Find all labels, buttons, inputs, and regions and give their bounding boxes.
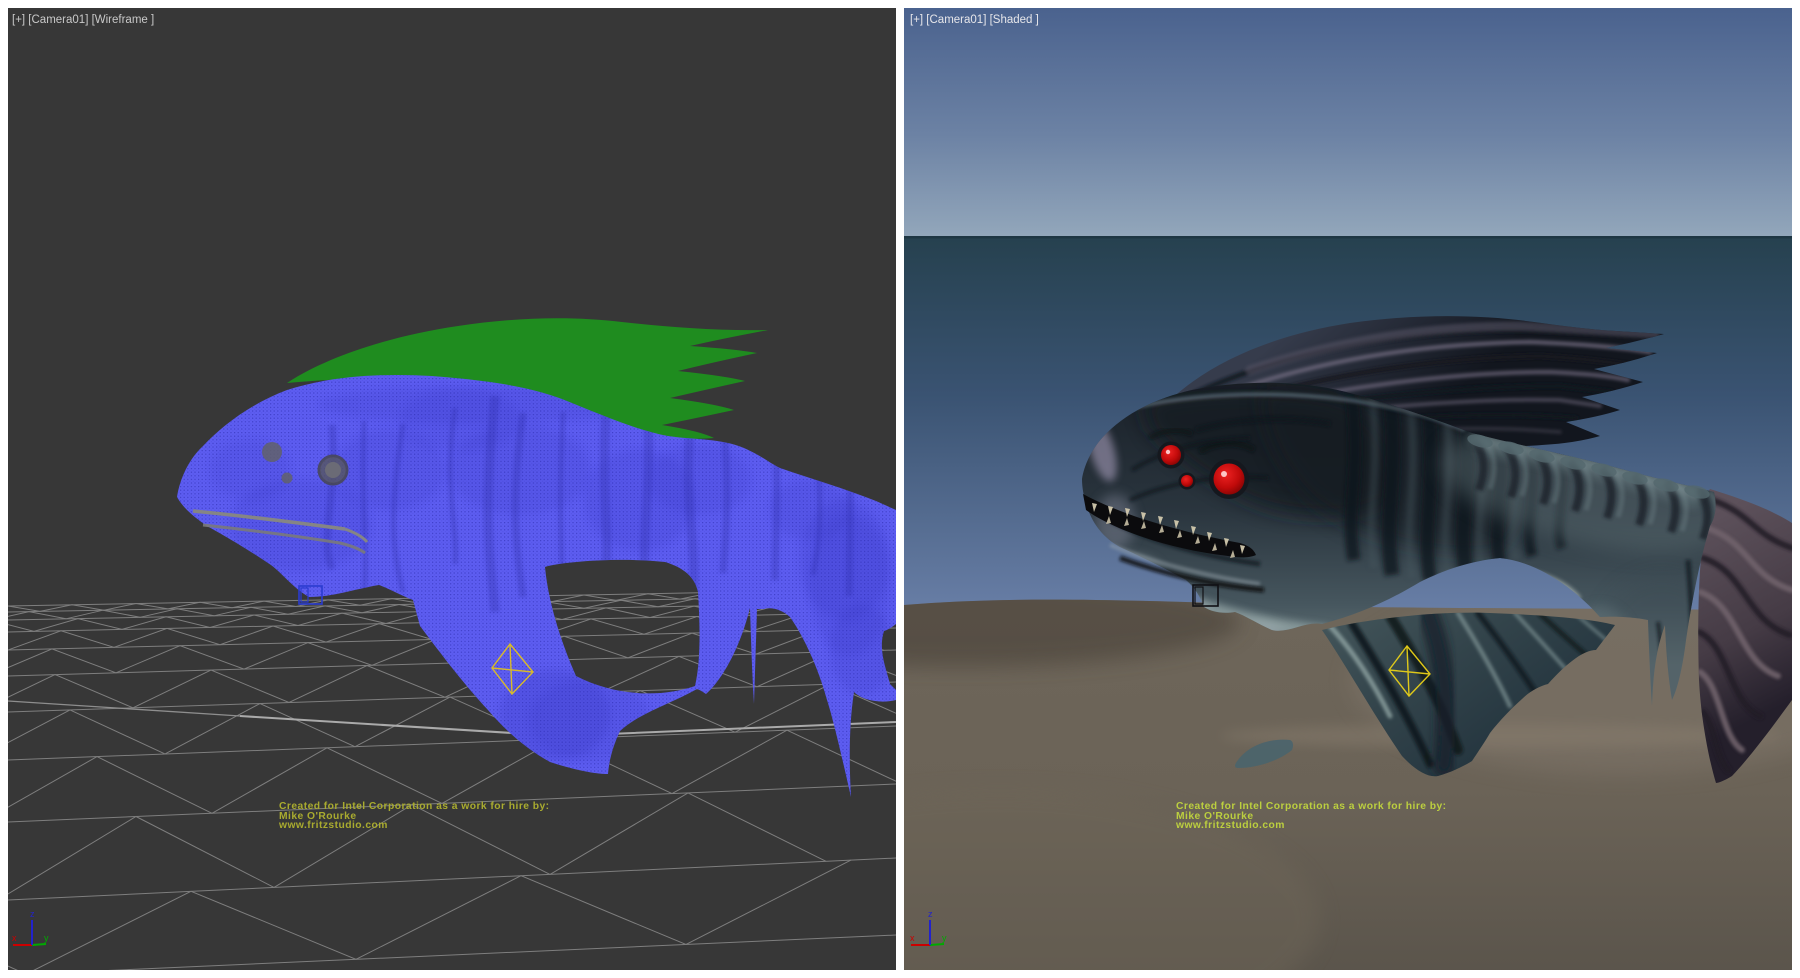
svg-text:www.fritzstudio.com: www.fritzstudio.com	[278, 820, 388, 831]
svg-text:y: y	[44, 933, 49, 943]
svg-text:x: x	[12, 933, 17, 943]
svg-text:[+] [Camera01] [Wireframe ]: [+] [Camera01] [Wireframe ]	[12, 14, 154, 26]
svg-text:z: z	[30, 909, 35, 919]
svg-text:x: x	[910, 933, 915, 943]
svg-text:y: y	[942, 933, 947, 943]
svg-text:[+] [Camera01] [Shaded ]: [+] [Camera01] [Shaded ]	[910, 14, 1039, 26]
svg-text:www.fritzstudio.com: www.fritzstudio.com	[1175, 820, 1285, 831]
svg-text:z: z	[928, 909, 933, 919]
